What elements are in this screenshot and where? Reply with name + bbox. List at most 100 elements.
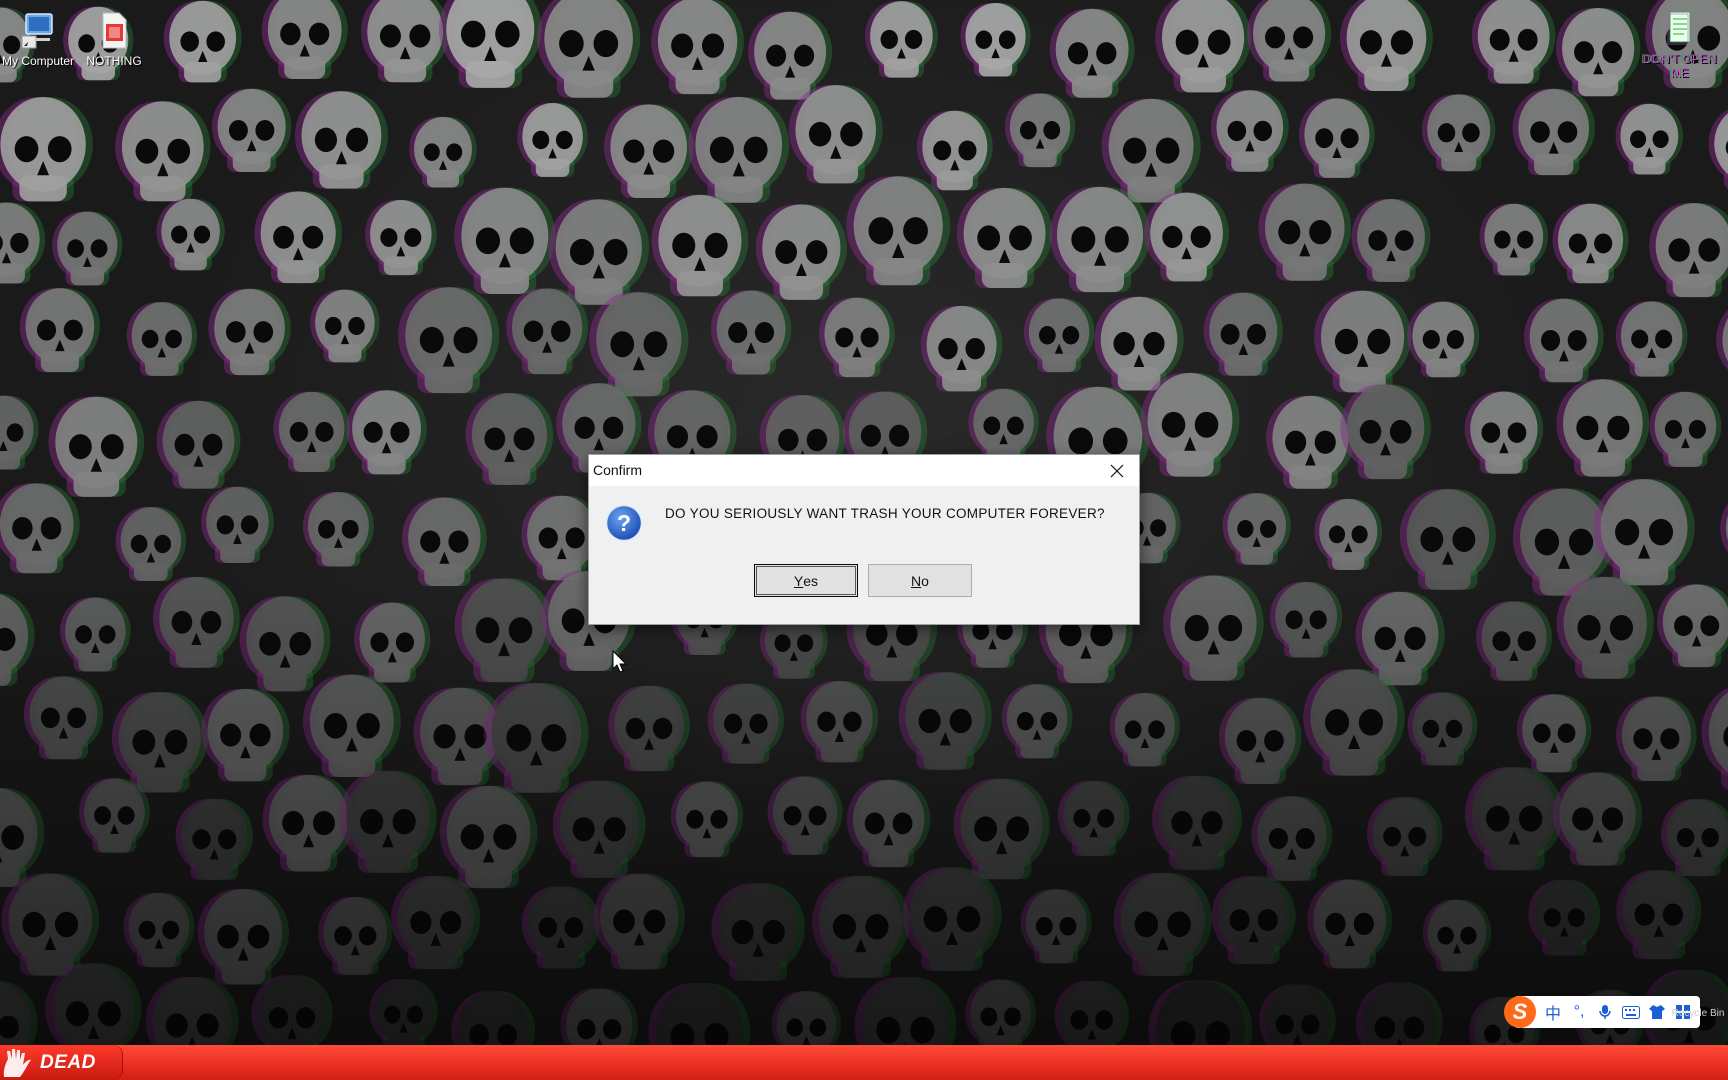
skull: [1422, 899, 1492, 972]
ime-punctuation-toggle[interactable]: °,: [1566, 999, 1592, 1025]
skull: [651, 0, 744, 95]
no-label-rest: o: [921, 572, 929, 589]
skull: [1479, 203, 1549, 276]
skull: [1258, 183, 1352, 281]
skull: [261, 0, 348, 80]
skull: [197, 888, 289, 985]
no-mnemonic: N: [911, 572, 922, 589]
skull: [78, 778, 150, 853]
ime-logo[interactable]: S: [1504, 996, 1536, 1028]
skull: [1057, 780, 1130, 856]
ime-keyboard-button[interactable]: [1618, 999, 1644, 1025]
skull: [254, 191, 342, 284]
desktop-icon-dont-open-me[interactable]: DON'T OPEN ME: [1642, 8, 1718, 80]
skull: [310, 289, 380, 363]
skull: [175, 798, 253, 880]
skull: [360, 0, 450, 83]
skull: [391, 875, 481, 970]
skull: [1649, 391, 1722, 467]
hand-icon: [3, 1048, 31, 1077]
start-button[interactable]: DEAD: [0, 1045, 123, 1080]
no-button[interactable]: No: [868, 564, 972, 597]
skull: [273, 391, 350, 473]
skull: [1054, 980, 1129, 1045]
skull: [1270, 582, 1343, 658]
dialog-message: DO YOU SERIOUSLY WANT TRASH YOUR COMPUTE…: [665, 506, 1105, 521]
skull: [1251, 796, 1333, 881]
skull: [1523, 298, 1604, 383]
notepad-icon: [1667, 11, 1691, 45]
skull: [0, 96, 93, 202]
skull: [589, 292, 689, 397]
desktop-icon-recycle-bin[interactable]: Recycle Bin: [1668, 978, 1728, 1019]
skull: [1516, 694, 1592, 773]
skull: [1020, 889, 1092, 964]
skull: [1512, 88, 1595, 176]
yes-mnemonic: Y: [793, 572, 804, 589]
skull: [1407, 692, 1478, 766]
close-icon: [1110, 464, 1124, 477]
skull: [648, 983, 751, 1045]
skull: [1144, 192, 1229, 282]
skull: [1203, 292, 1283, 376]
skull: [1339, 0, 1433, 92]
skull: [688, 96, 790, 203]
skull: [23, 676, 104, 760]
skull: [45, 963, 142, 1045]
skull: [1266, 395, 1355, 489]
svg-text:?: ?: [617, 510, 631, 536]
skull: [1552, 203, 1629, 284]
ime-voice-button[interactable]: [1592, 999, 1618, 1025]
skull: [1140, 372, 1240, 477]
skull: [454, 578, 554, 683]
skull: [536, 0, 641, 98]
skull: [1, 873, 100, 976]
ime-mode-toggle[interactable]: 中: [1540, 999, 1566, 1025]
skull: [163, 0, 242, 83]
yes-button[interactable]: Yes: [754, 564, 858, 597]
skull: [123, 892, 195, 968]
skull: [755, 204, 847, 300]
skull: [1649, 202, 1728, 298]
ime-skin-button[interactable]: [1644, 999, 1670, 1025]
skull: [152, 576, 240, 668]
skull: [1222, 493, 1291, 565]
desktop-icon-label: My Computer: [1, 54, 75, 68]
skull: [854, 976, 957, 1045]
skull: [1351, 198, 1431, 282]
question-icon: ?: [605, 504, 643, 542]
skull: [1210, 90, 1289, 172]
skull: [651, 194, 749, 297]
skull: [19, 288, 101, 373]
skull: [1464, 391, 1544, 474]
skull: [1720, 503, 1728, 553]
dialog-titlebar[interactable]: Confirm: [589, 455, 1139, 486]
skull: [506, 288, 589, 375]
skull: [1422, 94, 1496, 172]
skull: [1367, 797, 1443, 877]
skull: [707, 683, 784, 764]
skull: [1155, 0, 1252, 93]
skull: [1399, 489, 1496, 590]
skull: [1314, 498, 1383, 570]
skull: [552, 780, 646, 878]
skin-icon: [1649, 1005, 1665, 1019]
skull: [1615, 103, 1684, 175]
desktop-icon-my-computer[interactable]: My Computer: [0, 10, 76, 68]
skull: [1109, 692, 1180, 767]
skull: [438, 0, 542, 88]
skull: [0, 592, 35, 686]
skull: [1218, 697, 1302, 785]
skull: [517, 102, 588, 177]
skull: [0, 787, 45, 888]
skull: [953, 778, 1050, 880]
desktop-icon-nothing[interactable]: NOTHING: [76, 10, 152, 68]
skull: [1615, 301, 1688, 377]
skull: [398, 287, 500, 394]
dialog-title: Confirm: [593, 462, 643, 478]
skull: [1476, 601, 1552, 681]
skull: [201, 486, 274, 564]
recycle-bin-label: Recycle Bin: [1671, 1008, 1725, 1019]
close-button[interactable]: [1095, 455, 1139, 486]
skull: [1471, 0, 1556, 84]
